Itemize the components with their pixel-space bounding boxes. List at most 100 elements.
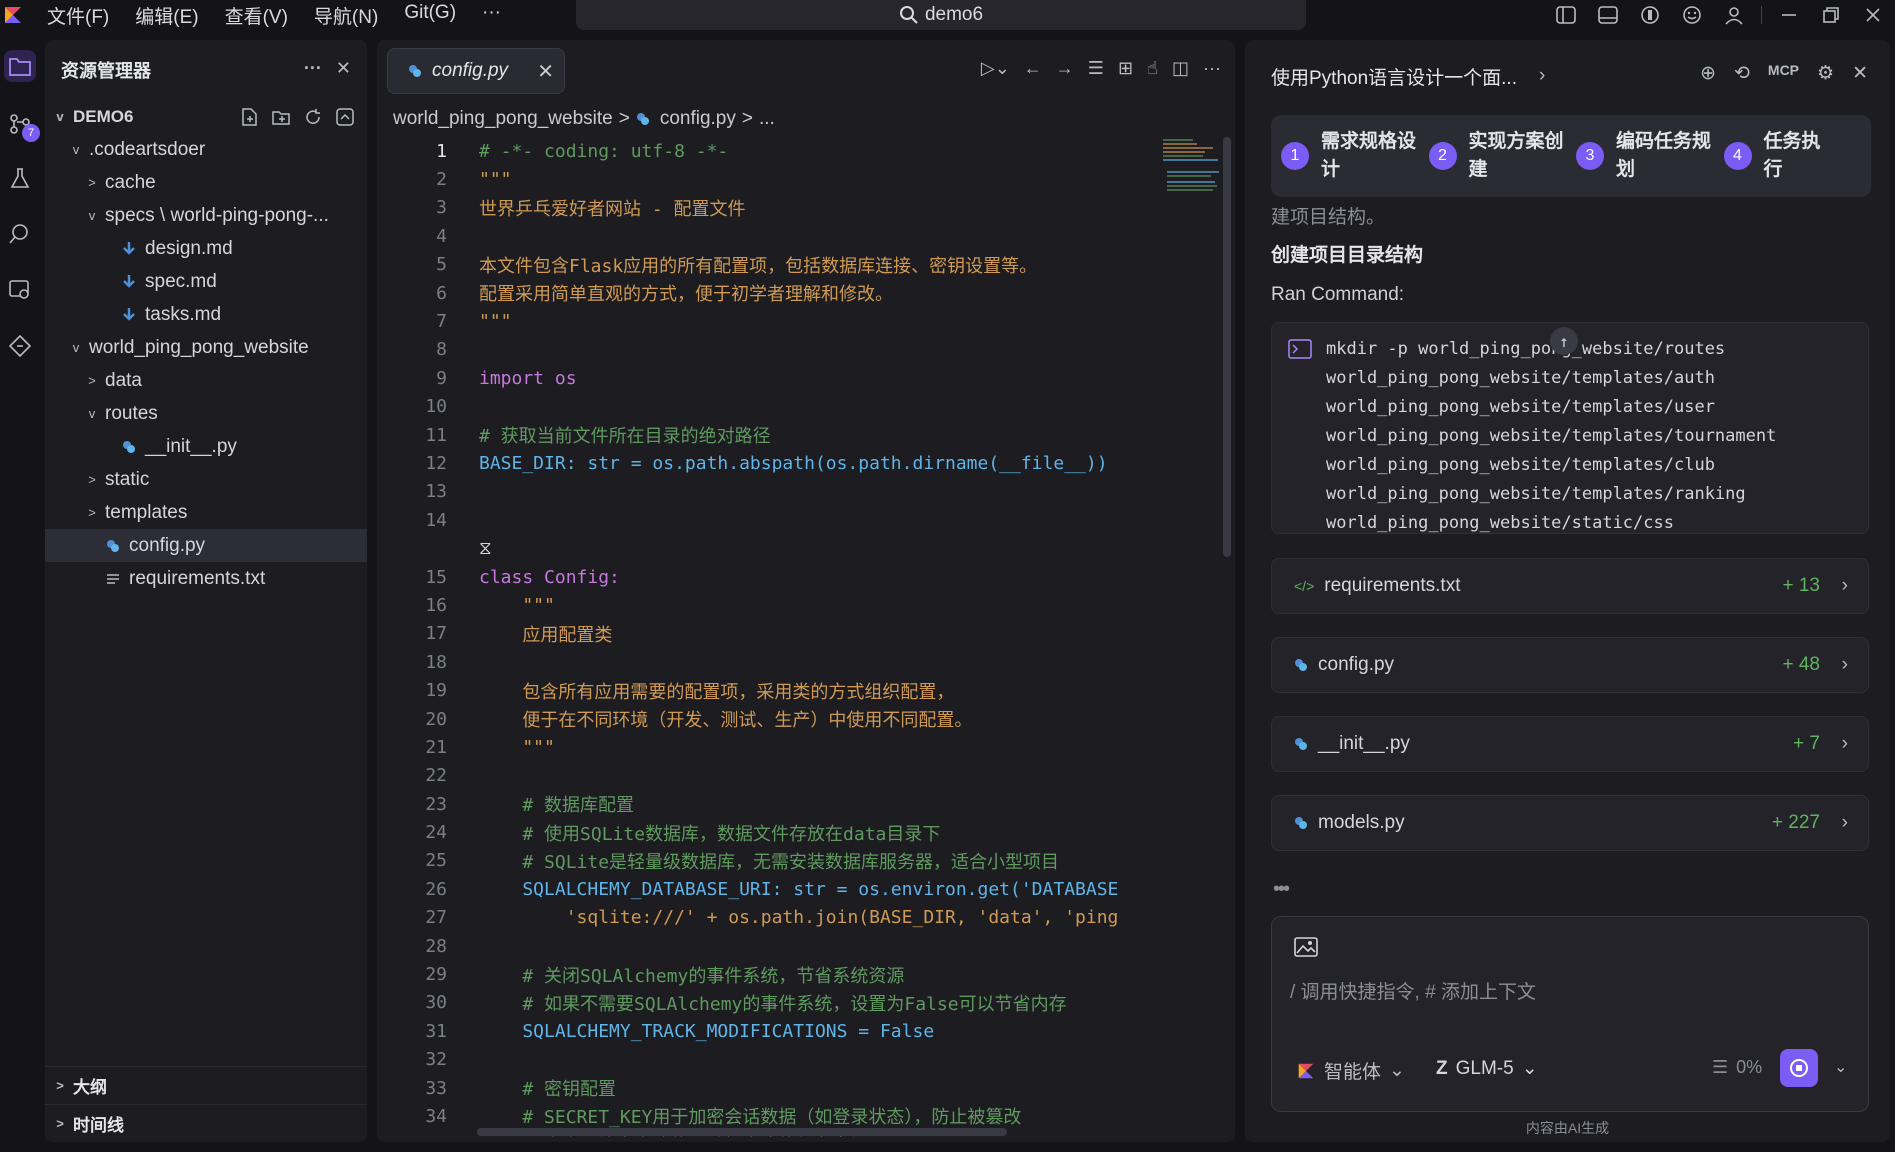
command-output[interactable]: mkdir -p world_ping_pong_website/routes … [1271, 322, 1869, 534]
step-2[interactable]: 2 实现方案创建 [1428, 128, 1577, 184]
step-1[interactable]: 1 需求规格设计 [1281, 128, 1429, 184]
python-file-icon [121, 440, 137, 454]
horizontal-scrollbar[interactable] [477, 1128, 1007, 1136]
tree-item[interactable]: > data [45, 364, 367, 397]
vertical-scrollbar[interactable] [1223, 137, 1231, 557]
line-number: 28 [425, 935, 447, 957]
tree-item-label: specs \ world-ping-pong-... [105, 204, 329, 226]
tree-item-label: design.md [145, 237, 233, 259]
collapse-all-icon[interactable] [335, 107, 355, 127]
split-grid-icon[interactable]: ⊞ [1118, 58, 1133, 79]
scroll-up-icon[interactable]: ↑ [1550, 327, 1578, 355]
tree-item[interactable]: requirements.txt [45, 562, 367, 595]
new-folder-icon[interactable] [271, 107, 291, 127]
outline-label: 大纲 [73, 1078, 107, 1097]
breadcrumb-symbol[interactable]: ... [759, 108, 775, 130]
agent-mode-select[interactable]: 智能体 ⌄ [1296, 1057, 1405, 1084]
run-icon[interactable]: ▷⌄ [981, 58, 1010, 79]
tree-item[interactable]: config.py [45, 529, 367, 562]
more-actions-icon[interactable]: ··· [304, 58, 322, 79]
hand-icon[interactable]: ☝ [1147, 58, 1158, 79]
search-activity-icon[interactable] [4, 218, 36, 250]
timeline-section[interactable]: > 时间线 [45, 1104, 367, 1142]
test-flask-activity-icon[interactable] [4, 162, 36, 194]
menu-view[interactable]: 查看(V) [212, 2, 301, 29]
tree-item[interactable]: v world_ping_pong_website [45, 331, 367, 364]
refresh-icon[interactable] [303, 107, 323, 127]
code-editor[interactable]: 1 # -*- coding: utf-8 -*- 2 """ 3 世界乒乓爱好者网站 -… [377, 137, 1167, 1137]
minimap[interactable] [1163, 137, 1223, 237]
breadcrumb-file[interactable]: config.py [660, 108, 736, 130]
chevron-down-icon[interactable]: ⌄ [1834, 1057, 1847, 1077]
chevron-right-icon[interactable]: › [1539, 65, 1545, 87]
extensions-activity-icon[interactable] [4, 330, 36, 362]
new-file-icon[interactable] [239, 107, 259, 127]
tree-item[interactable]: v .codeartsdoer [45, 133, 367, 166]
tree-item[interactable]: design.md [45, 232, 367, 265]
file-change-card[interactable]: </> requirements.txt + 13 › [1271, 558, 1869, 614]
command-search[interactable]: demo6 [576, 0, 1306, 30]
outline-section[interactable]: > 大纲 [45, 1066, 367, 1104]
menu-edit[interactable]: 编辑(E) [122, 2, 211, 29]
file-change-card[interactable]: models.py + 227 › [1271, 795, 1869, 851]
tree-item[interactable]: v routes [45, 397, 367, 430]
ai-panel-icon[interactable] [1638, 3, 1662, 27]
toggle-sidebar-icon[interactable] [1554, 3, 1578, 27]
tree-item[interactable]: > cache [45, 166, 367, 199]
line-number: 7 [436, 311, 447, 333]
task-steps: 1 需求规格设计 2 实现方案创建 3 编码任务规划 4 任务执行 [1271, 115, 1871, 197]
code-text: # 如果不需要SQLAlchemy的事件系统，设置为False可以节省内存 [479, 993, 1067, 1015]
menu-file[interactable]: 文件(F) [34, 2, 122, 29]
more-icon[interactable]: ··· [1203, 58, 1221, 79]
command-line: world_ping_pong_website/templates/rankin… [1326, 484, 1746, 504]
tree-item[interactable]: spec.md [45, 265, 367, 298]
menu-navigate[interactable]: 导航(N) [301, 2, 391, 29]
tree-item-label: requirements.txt [129, 567, 266, 589]
step-4[interactable]: 4 任务执行 [1723, 128, 1872, 184]
mcp-icon[interactable]: MCP [1768, 62, 1799, 85]
restore-icon[interactable] [1819, 3, 1843, 27]
forward-arrow-icon[interactable]: → [1056, 58, 1074, 79]
menu-git[interactable]: Git(G) [391, 2, 469, 29]
close-tab-icon[interactable]: ✕ [537, 59, 554, 84]
explorer-activity-icon[interactable] [4, 50, 36, 82]
feedback-smile-icon[interactable] [1680, 3, 1704, 27]
file-change-card[interactable]: config.py + 48 › [1271, 637, 1869, 693]
tree-item[interactable]: tasks.md [45, 298, 367, 331]
close-window-icon[interactable] [1861, 3, 1885, 27]
tree-item[interactable]: > static [45, 463, 367, 496]
back-arrow-icon[interactable]: ← [1024, 58, 1042, 79]
toggle-panel-icon[interactable] [1596, 3, 1620, 27]
chat-composer[interactable]: / 调用快捷指令, # 添加上下文 智能体 ⌄ Z GLM-5 ⌄ ☰ 0% ⌄ [1271, 916, 1869, 1112]
new-chat-icon[interactable]: ⊕ [1700, 62, 1716, 85]
tree-item[interactable]: v specs \ world-ping-pong-... [45, 199, 367, 232]
preview-icon[interactable]: ☰ [1088, 58, 1104, 79]
source-control-activity-icon[interactable]: 7 [4, 108, 40, 142]
minimize-icon[interactable] [1777, 3, 1801, 27]
step-3[interactable]: 3 编码任务规划 [1576, 128, 1724, 184]
account-icon[interactable] [1722, 3, 1746, 27]
title-bar: 文件(F) 编辑(E) 查看(V) 导航(N) Git(G) ··· demo6 [0, 0, 1895, 30]
settings-gear-icon[interactable]: ⚙ [1817, 62, 1834, 85]
tab-config-py[interactable]: config.py ✕ [387, 48, 565, 94]
model-select[interactable]: Z GLM-5 ⌄ [1436, 1057, 1538, 1080]
breadcrumb-folder[interactable]: world_ping_pong_website [393, 108, 613, 130]
project-root[interactable]: v DEMO6 [45, 100, 367, 133]
step-label: 编码任务规划 [1616, 131, 1712, 180]
menu-more[interactable]: ··· [469, 2, 514, 29]
close-icon[interactable]: ✕ [1852, 62, 1868, 85]
line-number: 10 [425, 396, 447, 418]
tree-item[interactable]: __init__.py [45, 430, 367, 463]
chat-input[interactable]: / 调用快捷指令, # 添加上下文 [1290, 977, 1536, 1004]
send-button[interactable] [1780, 1049, 1818, 1087]
step-label: 需求规格设计 [1321, 131, 1417, 180]
close-icon[interactable]: ✕ [336, 58, 351, 79]
tree-item[interactable]: > templates [45, 496, 367, 529]
image-attach-icon[interactable] [1294, 937, 1318, 959]
chat-title[interactable]: 使用Python语言设计一个面... [1271, 63, 1517, 90]
line-number: 12 [425, 452, 447, 474]
history-icon[interactable]: ⟲ [1734, 62, 1750, 85]
split-editor-icon[interactable]: ◫ [1172, 58, 1189, 79]
file-change-card[interactable]: __init__.py + 7 › [1271, 716, 1869, 772]
remote-activity-icon[interactable] [4, 274, 36, 306]
